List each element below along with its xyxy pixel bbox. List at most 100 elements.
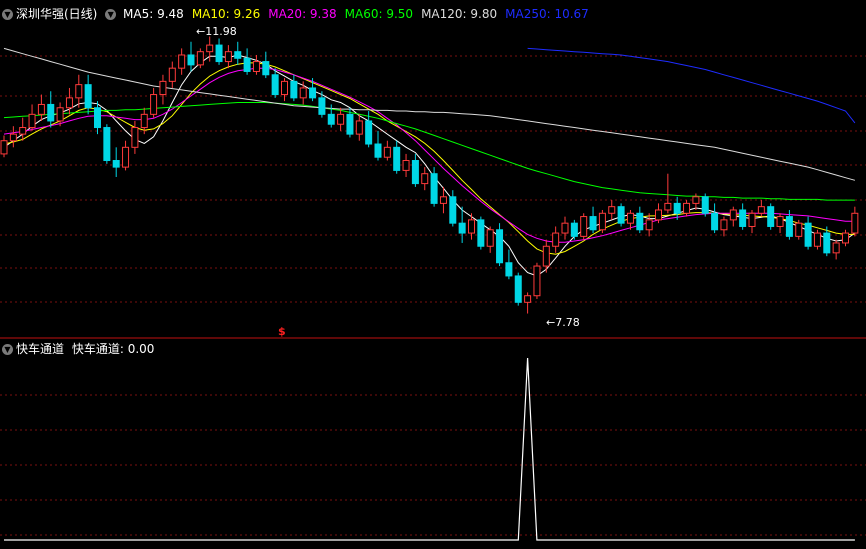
candle-body-up xyxy=(178,54,186,69)
candle-body-up xyxy=(552,232,560,247)
candle-body-up xyxy=(683,202,691,214)
ma-line-ma120 xyxy=(3,47,856,181)
indicator-header: ▼ 快车通道 快车通道: 0.00 xyxy=(2,342,154,356)
candle-body-up xyxy=(608,206,616,214)
low-price-annotation: ←7.78 xyxy=(546,316,580,329)
candle-body-up xyxy=(729,209,737,221)
candle-body-down xyxy=(767,206,775,227)
ma-legend-item: MA5: 9.48 xyxy=(123,7,184,21)
candle-body-down xyxy=(570,222,578,237)
candle-body-up xyxy=(131,127,139,148)
candle-body-up xyxy=(720,219,728,231)
candle-body-down xyxy=(430,173,438,204)
low-price-label: 7.78 xyxy=(555,316,580,329)
candle-body-up xyxy=(206,44,214,53)
candle-body-up xyxy=(468,219,475,234)
candle-body-down xyxy=(84,84,92,109)
candle-body-down xyxy=(318,97,326,115)
candle-body-up xyxy=(337,113,345,125)
candle-body-up xyxy=(0,140,8,155)
candle-body-down xyxy=(234,51,242,59)
candle-body-down xyxy=(327,113,335,125)
high-price-annotation: ←11.98 xyxy=(196,25,237,38)
chevron-down-icon[interactable]: ▼ xyxy=(105,9,117,20)
candle-body-up xyxy=(645,219,653,231)
candle-body-down xyxy=(636,212,644,231)
candle-body-down xyxy=(187,54,195,66)
candle-body-up xyxy=(224,51,232,63)
candle-body-down xyxy=(711,212,719,231)
candle-body-up xyxy=(196,51,204,66)
candle-body-down xyxy=(411,160,419,185)
candle-body-down xyxy=(617,206,625,224)
ma-legend: ▼ MA5: 9.48 MA10: 9.26 MA20: 9.38 MA60: 9.5… xyxy=(101,7,597,21)
candle-body-up xyxy=(65,97,73,109)
candle-body-up xyxy=(168,67,176,82)
grid-lines xyxy=(0,55,866,536)
candle-body-up xyxy=(37,103,45,115)
candlesticks xyxy=(0,36,859,314)
candle-body-down xyxy=(496,229,504,264)
candle-body-up xyxy=(795,222,803,237)
ma-legend-item: MA60: 9.50 xyxy=(344,7,414,21)
candle-body-down xyxy=(823,232,831,254)
ma-legend-items: MA5: 9.48 MA10: 9.26 MA20: 9.38 MA60: 9.50 M… xyxy=(123,7,597,21)
candle-body-up xyxy=(281,80,288,96)
candle-body-down xyxy=(514,275,522,303)
candle-body-down xyxy=(262,61,270,76)
candle-body-up xyxy=(664,202,672,211)
candle-body-up xyxy=(402,160,410,171)
chart-stage xyxy=(0,36,866,541)
candle-body-up xyxy=(28,113,36,129)
chevron-down-icon[interactable]: ▼ xyxy=(2,344,13,355)
candle-body-down xyxy=(804,222,812,247)
chevron-down-icon[interactable]: ▼ xyxy=(2,9,13,20)
candle-body-up xyxy=(19,127,27,135)
candle-body-up xyxy=(421,173,429,185)
candle-body-up xyxy=(383,146,391,158)
candle-body-down xyxy=(243,57,251,72)
candle-body-down xyxy=(477,219,485,247)
candle-body-up xyxy=(692,196,700,204)
candle-body-down xyxy=(589,216,597,231)
candle-body-up xyxy=(75,84,83,99)
candle-body-down xyxy=(505,262,513,277)
candle-body-up xyxy=(140,113,148,129)
indicator-value: 快车通道: 0.00 xyxy=(71,342,155,356)
ma-line-ma20 xyxy=(3,67,855,243)
candle-body-up xyxy=(9,133,17,142)
candle-body-up xyxy=(757,206,765,214)
candle-body-down xyxy=(673,202,681,214)
candle-body-down xyxy=(365,120,373,145)
candle-body-up xyxy=(626,212,634,224)
candle-body-down xyxy=(739,209,747,227)
indicator-name: 快车通道 xyxy=(16,342,65,356)
candle-body-down xyxy=(701,196,709,214)
candle-body-up xyxy=(56,107,64,122)
moving-average-lines xyxy=(3,47,856,277)
candle-body-up xyxy=(524,295,532,303)
candle-body-up xyxy=(486,229,494,247)
candle-body-up xyxy=(842,232,849,244)
ma-line-ma250 xyxy=(527,47,856,124)
candle-body-down xyxy=(374,143,382,158)
candle-body-up xyxy=(851,212,859,234)
candle-body-up xyxy=(439,196,447,204)
candle-body-up xyxy=(355,120,363,135)
candle-body-up xyxy=(159,80,167,96)
candle-body-down xyxy=(785,216,793,237)
candle-body-up xyxy=(542,245,550,267)
candle-body-up xyxy=(748,212,756,227)
ma-legend-item: MA20: 9.38 xyxy=(268,7,337,21)
ma-legend-item: MA10: 9.26 xyxy=(191,7,261,21)
candle-body-up xyxy=(299,87,307,99)
candle-body-up xyxy=(252,61,260,72)
candle-body-down xyxy=(215,44,223,63)
candle-body-up xyxy=(561,222,569,234)
candle-body-up xyxy=(122,146,130,168)
chart-header: ▼ 深圳华强(日线) ▼ MA5: 9.48 MA10: 9.26 MA20: 9.3… xyxy=(2,7,597,21)
candle-body-up xyxy=(150,94,158,115)
ma-legend-item: MA120: 9.80 xyxy=(421,7,498,21)
candle-body-down xyxy=(346,113,354,135)
candle-body-down xyxy=(112,160,120,168)
